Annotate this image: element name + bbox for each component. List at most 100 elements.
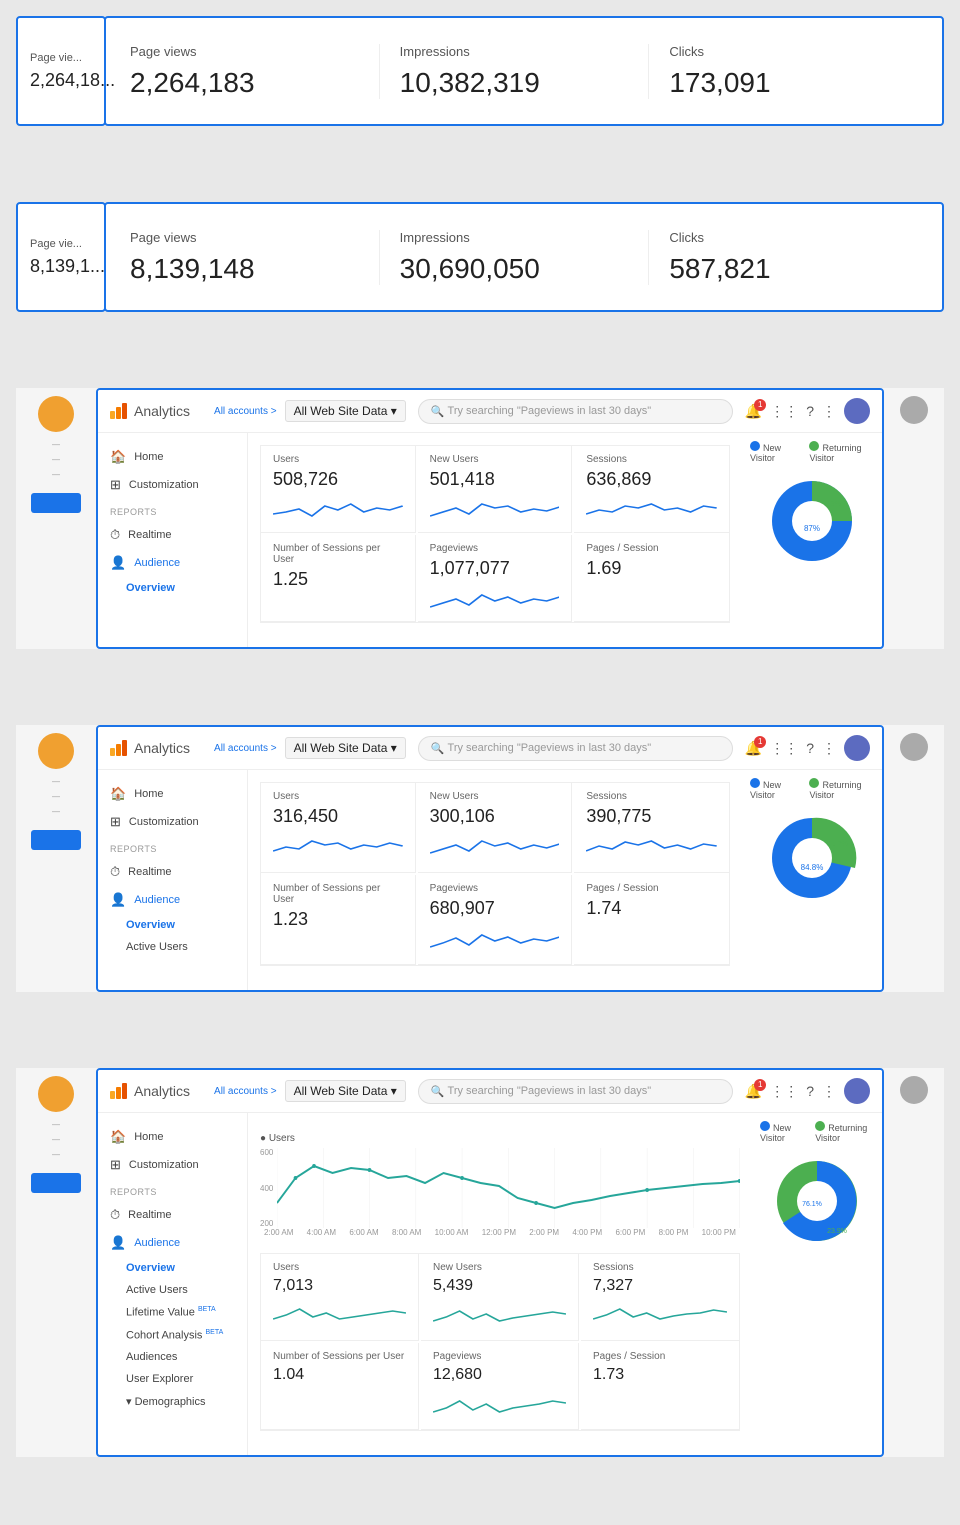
- peek-value-2: 8,139,1...: [30, 256, 92, 277]
- user-avatar-2[interactable]: [844, 735, 870, 761]
- left-avatar-2: [38, 733, 74, 769]
- nav-realtime-3[interactable]: ⏱ Realtime: [98, 1201, 247, 1229]
- metric-sessions-3: Sessions 7,327: [581, 1254, 739, 1341]
- home-icon-3: 🏠: [110, 1129, 126, 1145]
- metric-newusers-3: New Users 5,439: [421, 1254, 579, 1341]
- metric-sessions-value-1: 636,869: [586, 469, 717, 490]
- analytics-section-1: — — — Analytics All accounts > All Web S…: [16, 388, 944, 649]
- metric-newusers-2: New Users 300,106: [418, 783, 573, 873]
- nav-customization-2[interactable]: ⊞ Customization: [98, 808, 247, 836]
- notification-icon-2[interactable]: 🔔1: [745, 740, 762, 757]
- analytics-right-peek-2: [884, 725, 944, 992]
- metric-sessions-1: Sessions 636,869: [574, 446, 729, 533]
- metric-pageviews-1: Pageviews 1,077,077: [418, 535, 573, 622]
- right-avatar-1: [900, 396, 928, 424]
- nav-home-label-1: Home: [134, 451, 163, 463]
- grid-icon-3[interactable]: ⋮⋮: [770, 1083, 798, 1100]
- analytics-section-1-wrapper: — — — Analytics All accounts > All Web S…: [0, 380, 960, 685]
- help-icon-3[interactable]: ?: [806, 1083, 814, 1099]
- metric-sessions-2: Sessions 390,775: [574, 783, 729, 873]
- svg-text:15.2%: 15.2%: [828, 841, 848, 848]
- stats-card-1: Page views 2,264,183 Impressions 10,382,…: [104, 16, 944, 126]
- right-avatar-2: [900, 733, 928, 761]
- logo-bar-red-2: [122, 740, 127, 756]
- nav-active-users-3[interactable]: Active Users: [98, 1279, 247, 1301]
- more-icon-1[interactable]: ⋮: [822, 403, 836, 420]
- breadcrumb-1[interactable]: All accounts >: [214, 406, 277, 417]
- logo-bar-red-3: [122, 1083, 127, 1099]
- logo-bars-3: [110, 1083, 128, 1099]
- metric-users-3: Users 7,013: [261, 1254, 419, 1341]
- metric-sessions-label-1: Sessions: [586, 454, 717, 465]
- nav-home-2[interactable]: 🏠 Home: [98, 780, 247, 808]
- metric-ps-value-1: 1.69: [586, 558, 717, 579]
- metric-pv-value-1: 1,077,077: [430, 558, 560, 579]
- nav-home-1[interactable]: 🏠 Home: [98, 443, 247, 471]
- sparkline-sessions-2: [586, 831, 717, 859]
- notif-badge-1: 1: [754, 399, 766, 411]
- sparkline-pv-3: [433, 1388, 566, 1416]
- search-bar-1[interactable]: 🔍 Try searching "Pageviews in last 30 da…: [418, 399, 733, 424]
- property-dropdown-2[interactable]: All Web Site Data ▾: [285, 737, 406, 759]
- analytics-logo-2: Analytics: [110, 740, 206, 756]
- sparkline-users-3: [273, 1299, 406, 1327]
- analytics-section-3: — — — Analytics All accounts > All Web S…: [16, 1068, 944, 1457]
- nav-cohort-3[interactable]: Cohort Analysis BETA: [98, 1324, 247, 1347]
- user-avatar-1[interactable]: [844, 398, 870, 424]
- nav-realtime-2[interactable]: ⏱ Realtime: [98, 858, 247, 886]
- search-bar-3[interactable]: 🔍 Try searching "Pageviews in last 30 da…: [418, 1079, 733, 1104]
- nav-home-3[interactable]: 🏠 Home: [98, 1123, 247, 1151]
- nav-audience-1[interactable]: 👤 Audience: [98, 549, 247, 577]
- nav-demographics-3[interactable]: ▾ Demographics: [98, 1390, 247, 1413]
- stat-value-pageviews-2: 8,139,148: [130, 253, 359, 285]
- nav-overview-3[interactable]: Overview: [98, 1257, 247, 1279]
- nav-active-users-2[interactable]: Active Users: [98, 936, 247, 958]
- stats-peek-2: Page vie... 8,139,1...: [16, 202, 106, 312]
- customization-icon-1: ⊞: [110, 477, 121, 493]
- pie-area-3: New Visitor Returning Visitor 76.1% 23.9…: [752, 1113, 882, 1455]
- pie-legend-2: New Visitor Returning Visitor: [750, 778, 874, 800]
- returning-visitor-dot-3: [815, 1121, 825, 1131]
- pie-chart-2: 84.8% 15.2%: [762, 808, 862, 908]
- property-dropdown-1[interactable]: All Web Site Data ▾: [285, 400, 406, 422]
- stat-value-impressions-1: 10,382,319: [400, 67, 629, 99]
- search-bar-2[interactable]: 🔍 Try searching "Pageviews in last 30 da…: [418, 736, 733, 761]
- breadcrumb-2[interactable]: All accounts >: [214, 743, 277, 754]
- nav-overview-1[interactable]: Overview: [98, 577, 247, 599]
- property-dropdown-3[interactable]: All Web Site Data ▾: [285, 1080, 406, 1102]
- nav-customization-1[interactable]: ⊞ Customization: [98, 471, 247, 499]
- nav-audiences-3[interactable]: Audiences: [98, 1346, 247, 1368]
- more-icon-2[interactable]: ⋮: [822, 740, 836, 757]
- y-label-200: 200: [260, 1219, 273, 1228]
- pie-area-1: New Visitor Returning Visitor 87% 13%: [742, 433, 882, 647]
- nav-overview-2[interactable]: Overview: [98, 914, 247, 936]
- nav-lifetime-3[interactable]: Lifetime Value BETA: [98, 1301, 247, 1324]
- grid-icon-1[interactable]: ⋮⋮: [770, 403, 798, 420]
- help-icon-2[interactable]: ?: [806, 740, 814, 756]
- search-placeholder-3: Try searching "Pageviews in last 30 days…: [448, 1085, 652, 1097]
- nav-customization-3[interactable]: ⊞ Customization: [98, 1151, 247, 1179]
- help-icon-1[interactable]: ?: [806, 403, 814, 419]
- nav-home-label-2: Home: [134, 788, 163, 800]
- nav-realtime-label-3: Realtime: [128, 1209, 171, 1221]
- stat-impressions-2: Impressions 30,690,050: [380, 230, 650, 285]
- grid-icon-2[interactable]: ⋮⋮: [770, 740, 798, 757]
- nav-audience-3[interactable]: 👤 Audience: [98, 1229, 247, 1257]
- notification-icon-1[interactable]: 🔔1: [745, 403, 762, 420]
- metric-spu-value-1: 1.25: [273, 569, 403, 590]
- metric-newusers-label-1: New Users: [430, 454, 560, 465]
- more-icon-3[interactable]: ⋮: [822, 1083, 836, 1100]
- stat-label-impressions-2: Impressions: [400, 230, 629, 245]
- nav-user-explorer-3[interactable]: User Explorer: [98, 1368, 247, 1390]
- stat-clicks-2: Clicks 587,821: [649, 230, 918, 285]
- analytics-body-2: 🏠 Home ⊞ Customization REPORTS ⏱ Realtim…: [98, 770, 882, 990]
- nav-audience-2[interactable]: 👤 Audience: [98, 886, 247, 914]
- realtime-icon-3: ⏱: [110, 1207, 120, 1223]
- notification-icon-3[interactable]: 🔔1: [745, 1083, 762, 1100]
- analytics-left-peek-1: — — —: [16, 388, 96, 649]
- metric-pv-chart-1: [430, 583, 560, 613]
- nav-realtime-1[interactable]: ⏱ Realtime: [98, 521, 247, 549]
- user-avatar-3[interactable]: [844, 1078, 870, 1104]
- logo-bar-orange: [116, 407, 121, 419]
- breadcrumb-3[interactable]: All accounts >: [214, 1086, 277, 1097]
